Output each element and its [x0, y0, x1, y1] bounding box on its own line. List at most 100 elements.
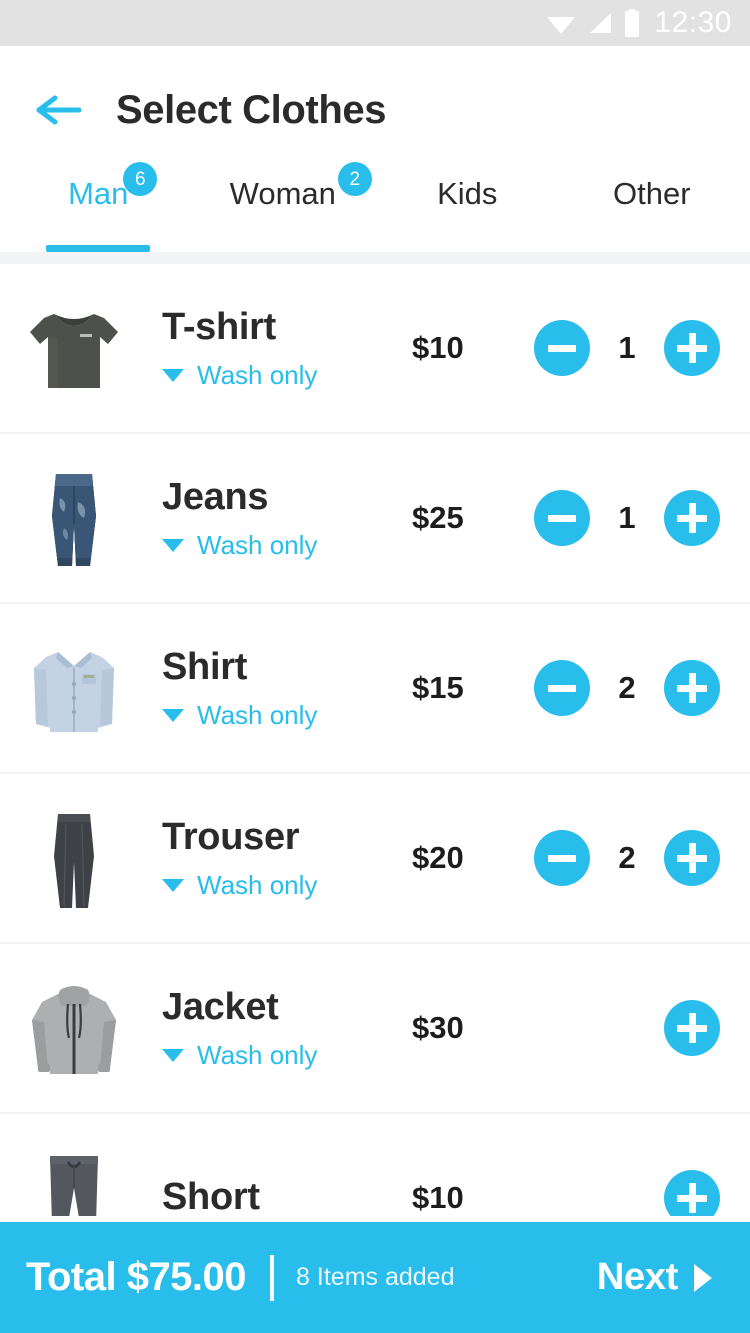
decrement-button[interactable] [534, 660, 590, 716]
item-info: Jacket Wash only [148, 985, 404, 1068]
chevron-down-icon [162, 538, 184, 552]
item-info: Trouser Wash only [148, 815, 404, 898]
divider [270, 1254, 275, 1301]
item-info: Jeans Wash only [148, 475, 404, 558]
wash-option-dropdown[interactable]: Wash only [162, 872, 404, 898]
increment-button[interactable] [664, 320, 720, 376]
wash-option-label: Wash only [197, 530, 318, 561]
chevron-down-icon [162, 878, 184, 892]
chevron-down-icon [162, 708, 184, 722]
increment-button[interactable] [664, 1170, 720, 1216]
app-screen: 12:30 Select Clothes Man 6 Woman 2 Kids … [0, 0, 750, 1333]
quantity-value: 1 [618, 330, 636, 365]
quantity-value: 2 [618, 840, 636, 875]
increment-button[interactable] [664, 660, 720, 716]
minus-icon [548, 514, 576, 522]
item-info: Shirt Wash only [148, 645, 404, 728]
table-row[interactable]: Jacket Wash only $30 [0, 944, 750, 1114]
item-name: Jacket [162, 985, 279, 1028]
plus-icon [677, 1183, 707, 1213]
quantity-stepper: 1 [534, 320, 750, 376]
increment-button[interactable] [664, 830, 720, 886]
table-row[interactable]: T-shirt Wash only $10 1 [0, 264, 750, 434]
app-header: Select Clothes [0, 46, 750, 174]
tab-woman-badge: 2 [337, 162, 372, 196]
quantity-stepper [534, 1170, 750, 1216]
next-button[interactable]: Next [597, 1256, 712, 1299]
tab-man-badge: 6 [123, 162, 158, 196]
clothes-list[interactable]: T-shirt Wash only $10 1 Jeans Wash only … [0, 264, 750, 1216]
wash-option-dropdown[interactable]: Wash only [162, 532, 404, 558]
increment-button[interactable] [664, 490, 720, 546]
item-name: Short [162, 1176, 260, 1216]
item-name: Trouser [162, 815, 300, 858]
total-amount: Total $75.00 [26, 1255, 247, 1299]
quantity-stepper [534, 1000, 750, 1056]
plus-icon [677, 843, 707, 873]
wash-option-label: Wash only [197, 1040, 318, 1071]
plus-icon [677, 503, 707, 533]
item-price: $15 [412, 670, 464, 705]
chevron-down-icon [162, 1048, 184, 1062]
minus-icon [548, 684, 576, 692]
status-bar: 12:30 [0, 0, 750, 46]
plus-icon [677, 673, 707, 703]
item-price: $20 [412, 840, 464, 875]
quantity-stepper: 1 [534, 490, 750, 546]
item-price: $10 [412, 330, 464, 365]
jacket-thumbnail [0, 954, 148, 1102]
tab-man[interactable]: Man 6 [6, 162, 191, 252]
item-name: T-shirt [162, 305, 277, 348]
decrement-button[interactable] [534, 320, 590, 376]
item-info: T-shirt Wash only [148, 305, 404, 388]
chevron-down-icon [162, 368, 184, 382]
tab-kids-label: Kids [437, 176, 498, 211]
quantity-value: 2 [618, 670, 636, 705]
table-row[interactable]: Shirt Wash only $15 2 [0, 604, 750, 774]
bottom-summary-bar: Total $75.00 8 Items added Next [0, 1222, 750, 1333]
tab-man-label: Man [68, 176, 129, 211]
wash-option-dropdown[interactable]: Wash only [162, 362, 404, 388]
tab-other[interactable]: Other [560, 174, 745, 252]
wash-option-label: Wash only [197, 700, 318, 731]
item-price: $25 [412, 500, 464, 535]
tab-woman[interactable]: Woman 2 [191, 162, 376, 252]
item-info: Short [148, 1176, 404, 1216]
wifi-icon [547, 17, 576, 34]
table-row[interactable]: Trouser Wash only $20 2 [0, 774, 750, 944]
item-price: $10 [412, 1180, 464, 1215]
back-arrow-icon [36, 95, 82, 125]
decrement-button[interactable] [534, 490, 590, 546]
tab-woman-label: Woman [229, 176, 336, 211]
category-tabs: Man 6 Woman 2 Kids Other [0, 162, 750, 252]
wash-option-label: Wash only [197, 870, 318, 901]
wash-option-dropdown[interactable]: Wash only [162, 1042, 404, 1068]
battery-icon [625, 9, 640, 37]
item-name: Shirt [162, 645, 248, 688]
table-row[interactable]: Short $10 [0, 1114, 750, 1216]
table-row[interactable]: Jeans Wash only $25 1 [0, 434, 750, 604]
shirt-thumbnail [0, 614, 148, 762]
plus-icon [677, 1013, 707, 1043]
minus-icon [548, 854, 576, 862]
quantity-value: 1 [618, 500, 636, 535]
back-button[interactable] [34, 84, 86, 136]
item-price: $30 [412, 1010, 464, 1045]
tab-other-label: Other [612, 176, 691, 211]
tabs-separator [0, 252, 750, 264]
wash-option-dropdown[interactable]: Wash only [162, 702, 404, 728]
increment-button[interactable] [664, 1000, 720, 1056]
decrement-button[interactable] [534, 830, 590, 886]
item-name: Jeans [162, 475, 269, 518]
trouser-thumbnail [0, 784, 148, 932]
chevron-right-icon [694, 1263, 712, 1292]
quantity-stepper: 2 [534, 660, 750, 716]
status-bar-time: 12:30 [654, 6, 732, 39]
quantity-stepper: 2 [534, 830, 750, 886]
wash-option-label: Wash only [197, 360, 318, 391]
minus-icon [548, 344, 576, 352]
page-title: Select Clothes [116, 87, 387, 132]
items-added-count: 8 Items added [296, 1263, 455, 1291]
tab-kids[interactable]: Kids [375, 174, 560, 252]
tshirt-thumbnail [0, 274, 148, 422]
